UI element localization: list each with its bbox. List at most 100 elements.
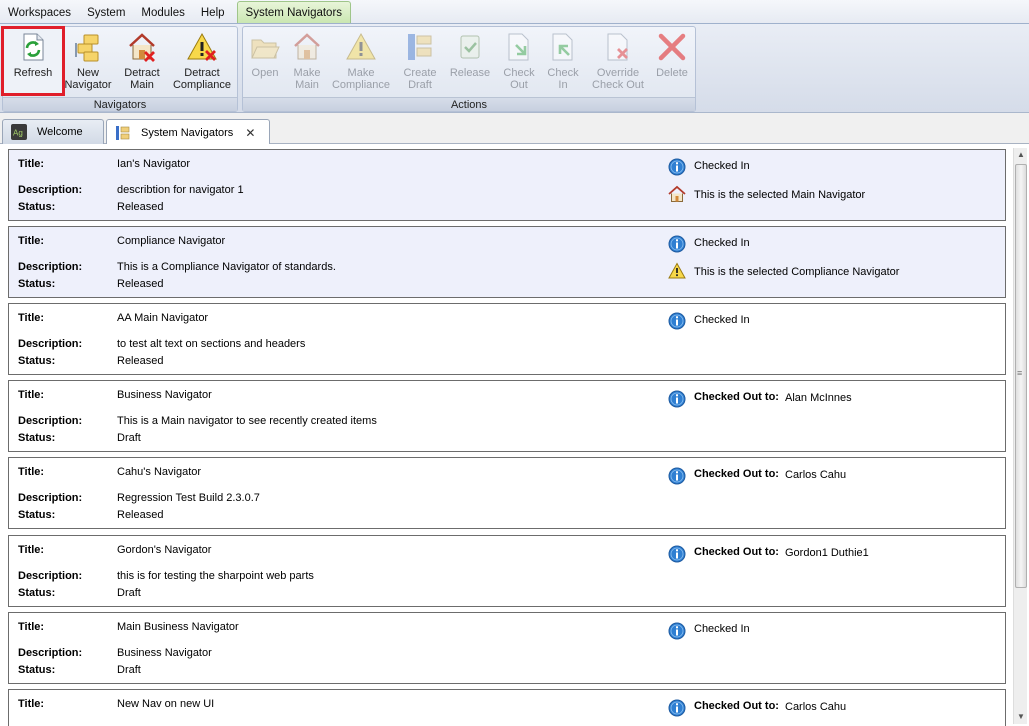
checked-in-text: Checked In xyxy=(694,237,750,249)
scroll-down-arrow-icon[interactable]: ▼ xyxy=(1014,710,1028,724)
detract-main-button[interactable]: Detract Main xyxy=(115,28,169,94)
vertical-scrollbar[interactable]: ▲ ≡ ▼ xyxy=(1013,148,1027,724)
checked-out-to-label: Checked Out to: xyxy=(694,700,779,712)
open-button[interactable]: Open xyxy=(245,28,285,94)
create-draft-button[interactable]: Create Draft xyxy=(395,28,445,94)
description-key: Description: xyxy=(18,415,83,427)
override-check-out-button[interactable]: Override Check Out xyxy=(587,28,649,94)
ribbon-tab-system-navigators[interactable]: System Navigators xyxy=(236,1,352,24)
checked-in-text: Checked In xyxy=(694,314,750,326)
selected-main-note: This is the selected Main Navigator xyxy=(694,189,866,201)
status-key: Status: xyxy=(18,587,56,599)
check-in-button[interactable]: Check In xyxy=(541,28,585,94)
tab-system-navigators[interactable]: System Navigators ✕ xyxy=(106,119,270,145)
detract-compliance-label-1: Detract xyxy=(184,67,220,79)
navigator-status: Draft xyxy=(117,587,141,599)
navigator-description: Business Navigator xyxy=(117,647,212,659)
delete-button[interactable]: Delete xyxy=(651,28,693,94)
navigator-title: Compliance Navigator xyxy=(117,235,226,247)
navigator-description: This is a Compliance Navigator of standa… xyxy=(117,261,336,273)
make-compliance-label-2: Compliance xyxy=(331,79,391,91)
checked-out-user: Gordon1 Duthie1 xyxy=(785,547,869,559)
release-icon xyxy=(460,35,480,59)
title-key: Title: xyxy=(18,544,45,556)
navigator-title: AA Main Navigator xyxy=(117,312,209,324)
menu-modules[interactable]: Modules xyxy=(133,2,192,24)
tab-welcome[interactable]: Ag Welcome xyxy=(2,119,104,144)
navigators-group: Refresh New Navigator Detract Main Detra… xyxy=(1,26,238,112)
navigator-card[interactable]: Title: Business Navigator Description: T… xyxy=(8,380,1006,452)
info-icon xyxy=(668,312,686,330)
menu-help[interactable]: Help xyxy=(193,2,233,24)
detract-compliance-button[interactable]: Detract Compliance xyxy=(169,28,235,94)
check-out-label-1: Check xyxy=(503,67,535,79)
navigator-card[interactable]: Title: New Nav on new UI Checked Out to:… xyxy=(8,689,1006,726)
checked-in-text: Checked In xyxy=(694,623,750,635)
navigator-list: Title: Ian's Navigator Description: desc… xyxy=(0,144,1029,726)
navigator-title: Cahu's Navigator xyxy=(117,466,202,478)
info-icon xyxy=(668,622,686,640)
navigator-card[interactable]: Title: Ian's Navigator Description: desc… xyxy=(8,149,1006,221)
title-key: Title: xyxy=(18,389,45,401)
description-key: Description: xyxy=(18,570,83,582)
make-compliance-label-1: Make xyxy=(347,67,375,79)
description-key: Description: xyxy=(18,647,83,659)
svg-text:Ag: Ag xyxy=(13,129,23,138)
new-navigator-icon xyxy=(75,34,99,62)
warning-icon xyxy=(668,262,686,279)
check-in-label-2: In xyxy=(558,79,568,91)
menu-bar: Workspaces System Modules Help System Na… xyxy=(0,0,1029,24)
make-compliance-icon xyxy=(346,32,376,60)
check-in-label-1: Check xyxy=(547,67,579,79)
refresh-button[interactable]: Refresh xyxy=(1,26,65,96)
new-navigator-button[interactable]: New Navigator xyxy=(61,28,115,94)
navigators-group-label: Navigators xyxy=(3,97,237,111)
navigator-description: this is for testing the sharpoint web pa… xyxy=(117,570,314,582)
navigator-title: Main Business Navigator xyxy=(117,621,239,633)
open-folder-icon xyxy=(251,39,280,59)
checked-out-to-label: Checked Out to: xyxy=(694,468,779,480)
selected-compliance-note: This is the selected Compliance Navigato… xyxy=(694,266,900,278)
refresh-label: Refresh xyxy=(13,67,53,79)
navigator-title: Gordon's Navigator xyxy=(117,544,212,556)
navigator-description: to test alt text on sections and headers xyxy=(117,338,306,350)
detract-main-label-2: Main xyxy=(130,79,154,91)
override-check-out-icon xyxy=(607,33,628,61)
menu-system[interactable]: System xyxy=(79,2,133,24)
home-icon xyxy=(668,185,686,202)
create-draft-label-2: Draft xyxy=(408,79,432,91)
navigator-description: Regression Test Build 2.3.0.7 xyxy=(117,492,260,504)
info-icon xyxy=(668,545,686,563)
navigator-title: Ian's Navigator xyxy=(117,158,191,170)
navigator-card[interactable]: Title: Cahu's Navigator Description: Reg… xyxy=(8,457,1006,529)
navigator-status: Released xyxy=(117,278,164,290)
status-key: Status: xyxy=(18,278,56,290)
navigator-card[interactable]: Title: Gordon's Navigator Description: t… xyxy=(8,535,1006,607)
make-compliance-button[interactable]: Make Compliance xyxy=(329,28,393,94)
description-key: Description: xyxy=(18,492,83,504)
tab-system-navigators-label: System Navigators xyxy=(141,126,234,139)
welcome-logo-icon: Ag xyxy=(11,124,27,140)
create-draft-icon xyxy=(408,34,432,60)
menu-workspaces[interactable]: Workspaces xyxy=(0,2,79,24)
check-out-button[interactable]: Check Out xyxy=(497,28,541,94)
checked-out-user: Carlos Cahu xyxy=(785,469,847,481)
make-main-button[interactable]: Make Main xyxy=(285,28,329,94)
status-key: Status: xyxy=(18,432,56,444)
checked-in-text: Checked In xyxy=(694,160,750,172)
description-key: Description: xyxy=(18,184,83,196)
scroll-grip-icon: ≡ xyxy=(1017,368,1023,378)
status-key: Status: xyxy=(18,355,56,367)
release-button[interactable]: Release xyxy=(445,28,495,94)
checked-out-user: Alan McInnes xyxy=(785,392,852,404)
title-key: Title: xyxy=(18,312,45,324)
navigator-card[interactable]: Title: Compliance Navigator Description:… xyxy=(8,226,1006,298)
new-navigator-label-2: Navigator xyxy=(64,79,112,91)
close-tab-icon[interactable]: ✕ xyxy=(245,126,255,140)
scroll-up-arrow-icon[interactable]: ▲ xyxy=(1014,148,1028,162)
navigator-card[interactable]: Title: Main Business Navigator Descripti… xyxy=(8,612,1006,684)
navigator-status: Draft xyxy=(117,432,141,444)
navigator-card[interactable]: Title: AA Main Navigator Description: to… xyxy=(8,303,1006,375)
status-key: Status: xyxy=(18,664,56,676)
actions-group-label: Actions xyxy=(243,97,695,111)
